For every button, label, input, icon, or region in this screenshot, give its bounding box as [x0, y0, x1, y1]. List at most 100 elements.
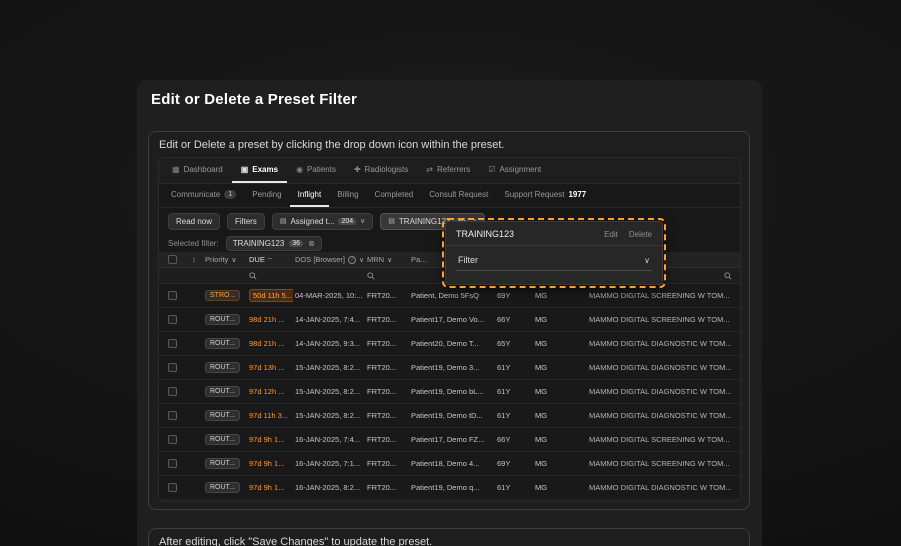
tab-completed[interactable]: Completed [367, 184, 422, 207]
description-cell: MAMMO DIGITAL DIAGNOSTIC W TOM... [589, 338, 732, 348]
modality-cell: MG [535, 363, 548, 372]
age-cell: 69Y [497, 291, 511, 300]
nav-item-exams[interactable]: ▣ Exams [231, 158, 288, 183]
exams-icon: ▣ [240, 165, 249, 174]
table-row[interactable]: ROUT... 97d 13h ... 15-JAN-2025, 8:2... … [159, 356, 740, 380]
patient-cell: Patient19, Demo 3... [411, 363, 480, 372]
modality-cell: MG [535, 483, 548, 492]
column-header-due[interactable]: DUE ~ [247, 255, 293, 264]
row-checkbox[interactable] [167, 363, 177, 372]
assigned-preset-button[interactable]: ▤ Assigned t... 204 ∨ [271, 212, 374, 230]
description-cell: MAMMO DIGITAL DIAGNOSTIC W TOM... [589, 362, 732, 372]
due-value: 50d 11h 5... [249, 289, 293, 302]
row-checkbox[interactable] [167, 411, 177, 420]
tab-billing[interactable]: Billing [329, 184, 366, 207]
tab-consult-request[interactable]: Consult Request [421, 184, 496, 207]
description-cell: MAMMO DIGITAL DIAGNOSTIC W TOM... [589, 410, 732, 420]
column-header-dos[interactable]: DOS [Browser] i ∨ [293, 255, 365, 264]
tab-label: Communicate [171, 190, 221, 199]
nav-item-patients[interactable]: ◉ Patients [287, 158, 345, 183]
sort-icon[interactable]: ↕ [185, 255, 203, 264]
row-checkbox[interactable] [167, 291, 177, 300]
instruction-panel: Edit or Delete a preset by clicking the … [148, 131, 750, 510]
patient-cell: Patient20, Demo T... [411, 339, 479, 348]
selected-filter-chip[interactable]: TRAINING123 36 ⊗ [225, 235, 322, 251]
tab-pending[interactable]: Pending [244, 184, 289, 207]
row-checkbox[interactable] [167, 483, 177, 492]
description-cell: MAMMO DIGITAL SCREENING W TOM... [589, 314, 730, 324]
age-cell: 61Y [497, 411, 511, 420]
table-row[interactable]: ROUT... 97d 12h ... 15-JAN-2025, 8:2... … [159, 380, 740, 404]
row-checkbox[interactable] [167, 435, 177, 444]
preset-icon: ▤ [388, 218, 395, 225]
row-checkbox[interactable] [167, 387, 177, 396]
nav-item-dashboard[interactable]: ▦ Dashboard [163, 158, 232, 183]
page-background: Edit or Delete a Preset Filter Edit or D… [0, 0, 901, 546]
mrn-cell: FRT20... [367, 363, 397, 372]
preset-name: TRAINING123 [456, 229, 515, 239]
nav-item-referrers[interactable]: ⇄ Referrers [417, 158, 479, 183]
column-header-priority[interactable]: Priority ∨ [203, 255, 247, 264]
chevron-down-icon: ∨ [359, 256, 365, 264]
table-row[interactable]: ROUT... 97d 9h 1... 16-JAN-2025, 7:1... … [159, 452, 740, 476]
chevron-down-icon: ∨ [644, 255, 650, 265]
age-cell: 61Y [497, 483, 511, 492]
filter-select[interactable]: Filter ∨ [456, 252, 652, 271]
row-checkbox[interactable] [167, 339, 177, 348]
description-cell: MAMMO DIGITAL DIAGNOSTIC W TOM... [589, 482, 732, 492]
row-checkbox[interactable] [167, 315, 177, 324]
nav-item-radiologists[interactable]: ✚ Radiologists [345, 158, 417, 183]
due-search-icon[interactable] [247, 271, 293, 280]
row-checkbox[interactable] [167, 459, 177, 468]
table-row[interactable]: ROUT... 97d 9h 1... 16-JAN-2025, 7:4... … [159, 428, 740, 452]
patient-cell: Patient19, Demo q... [411, 483, 480, 492]
patient-cell: Patient19, Demo tD... [411, 411, 483, 420]
dashboard-icon: ▦ [172, 165, 180, 174]
priority-badge: ROUT... [205, 314, 240, 325]
tab-label: Pending [252, 190, 282, 199]
table-row[interactable]: STRO... 50d 11h 5... 04-MAR-2025, 10:...… [159, 284, 740, 308]
priority-badge: STRO... [205, 290, 241, 301]
dos-cell: 15-JAN-2025, 8:2... [295, 411, 361, 420]
tab-label: Support Request [504, 190, 565, 199]
chevron-down-icon: ∨ [231, 256, 237, 264]
table-row[interactable]: ROUT... 97d 9h 1... 16-JAN-2025, 8:2... … [159, 476, 740, 500]
tab-label: Consult Request [429, 190, 489, 199]
due-value: 97d 11h 3... [249, 411, 289, 420]
read-now-button[interactable]: Read now [168, 212, 221, 230]
mrn-cell: FRT20... [367, 459, 397, 468]
filters-button[interactable]: Filters [227, 212, 265, 230]
table-row[interactable]: ROUT... 97d 11h 3... 15-JAN-2025, 8:2...… [159, 404, 740, 428]
description-cell: MAMMO DIGITAL SCREENING W TOM... [589, 290, 730, 300]
dos-cell: 15-JAN-2025, 8:2... [295, 363, 361, 372]
preset-icon: ▤ [279, 218, 287, 225]
edit-preset-link[interactable]: Edit [604, 230, 618, 239]
due-value: 98d 21h ... [249, 315, 285, 324]
dos-cell: 14-JAN-2025, 9:3... [295, 339, 361, 348]
table-row[interactable]: ROUT... 98d 21h ... 14-JAN-2025, 9:3... … [159, 332, 740, 356]
selected-filter-count: 36 [289, 239, 304, 247]
modality-cell: MG [535, 339, 548, 348]
tab-support-request[interactable]: Support Request 1977 [496, 184, 594, 207]
radiologists-icon: ✚ [353, 165, 361, 174]
dos-cell: 16-JAN-2025, 7:4... [295, 435, 361, 444]
mrn-cell: FRT20... [367, 483, 397, 492]
modality-cell: MG [535, 459, 548, 468]
priority-badge: ROUT... [205, 458, 240, 469]
selected-filter-label: Selected filter: [168, 238, 219, 248]
mrn-search-icon[interactable] [365, 271, 409, 280]
table-row[interactable]: ROUT... 98d 21h ... 14-JAN-2025, 7:4... … [159, 308, 740, 332]
nav-item-assignment[interactable]: ☑ Assignment [479, 158, 550, 183]
tab-badge: 1 [224, 190, 237, 199]
column-header-mrn[interactable]: MRN ∨ [365, 255, 409, 264]
tab-inflight[interactable]: Inflight [289, 184, 330, 207]
remove-filter-icon[interactable]: ⊗ [308, 239, 315, 248]
select-all-checkbox[interactable] [167, 255, 177, 264]
tab-communicate[interactable]: Communicate 1 [163, 184, 244, 207]
assigned-count-badge: 204 [338, 217, 357, 225]
modality-cell: MG [535, 387, 548, 396]
delete-preset-link[interactable]: Delete [629, 230, 652, 239]
due-value: 97d 12h ... [249, 387, 285, 396]
modality-cell: MG [535, 435, 548, 444]
priority-badge: ROUT... [205, 482, 240, 493]
